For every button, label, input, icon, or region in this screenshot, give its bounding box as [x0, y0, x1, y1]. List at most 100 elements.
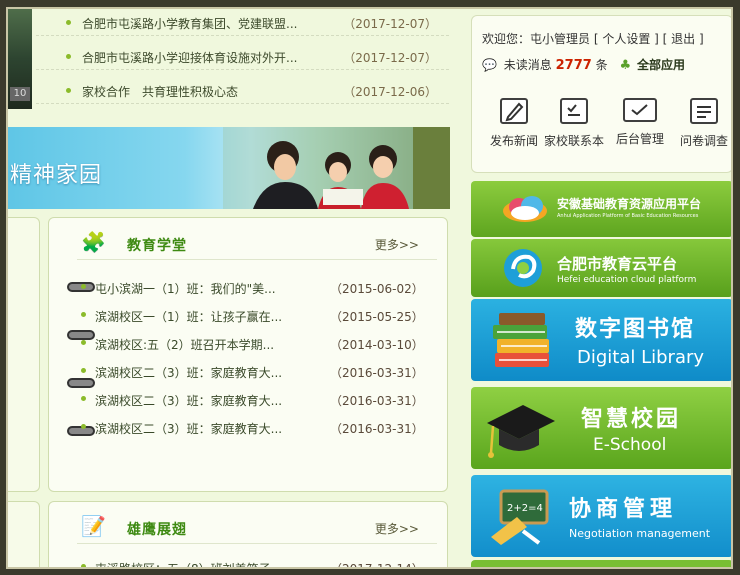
tile-e-school[interactable]: 智慧校园 E-School: [471, 387, 731, 469]
list-item[interactable]: 滨湖校区:五（2）班召开本学期... （2014-03-10）: [77, 330, 437, 358]
star-puzzle-icon: 🧩: [81, 230, 106, 254]
item-title[interactable]: 滨湖校区一（1）班：让孩子赢在...: [95, 308, 305, 325]
news-title[interactable]: 合肥市屯溪路小学迎接体育设施对外开...: [82, 49, 332, 66]
item-title[interactable]: 屯溪路校区：五（8）班刘美笑子...: [95, 560, 305, 567]
item-title[interactable]: 屯小滨湖一（1）班：我们的"美...: [95, 280, 305, 297]
tool-label: 问卷调查: [679, 134, 728, 148]
item-date: （2014-03-10）: [330, 338, 424, 352]
notebook-icon: 📝: [81, 514, 106, 538]
item-date: （2016-03-31）: [330, 366, 424, 380]
tile-title: 数字图书馆: [575, 317, 696, 342]
message-line: 💬 未读消息 2777 条 ♣ 全部应用: [482, 56, 685, 73]
list-item[interactable]: 滨湖校区二（3）班：家庭教育大... （2016-03-31）: [77, 358, 437, 386]
bullet-icon: [81, 312, 86, 317]
item-date: （2015-05-25）: [330, 310, 424, 324]
left-side-box: [8, 217, 40, 492]
list-item[interactable]: 合肥市屯溪路小学教育集团、党建联盟... （2017-12-07）: [36, 9, 449, 36]
unread-unit: 条: [595, 58, 608, 72]
page-frame: 10 合肥市屯溪路小学教育集团、党建联盟... （2017-12-07） 合肥市…: [6, 7, 733, 569]
spirit-home-banner: 精神家园: [8, 127, 450, 209]
list-item[interactable]: 滨湖校区二（3）班：家庭教育大... （2016-03-31）: [77, 386, 437, 414]
item-title[interactable]: 滨湖校区二（3）班：家庭教育大...: [95, 420, 305, 437]
tile-title: 安徽基础教育资源应用平台: [557, 197, 702, 211]
cloud-swirl-icon: [504, 249, 542, 287]
news-date: （2017-12-07）: [343, 51, 437, 65]
tile-subtitle: Digital Library: [577, 347, 705, 368]
slide-number[interactable]: 10: [10, 87, 30, 101]
tile-digital-library[interactable]: 数字图书馆 Digital Library: [471, 299, 731, 381]
tile-subtitle: E-School: [593, 435, 667, 455]
tool-admin[interactable]: 后台管理: [608, 94, 672, 154]
list-item[interactable]: 屯溪路校区：五（8）班刘美笑子... （2017-12-14）: [77, 554, 437, 569]
news-date: （2017-12-07）: [343, 17, 437, 31]
item-date: （2016-03-31）: [330, 394, 424, 408]
bullet-icon: [81, 284, 86, 289]
message-icon: 💬: [482, 58, 497, 72]
tile-subtitle: Anhui Application Platform of Basic Educ…: [557, 213, 699, 219]
bullet-icon: [81, 396, 86, 401]
section-title: 雄鹰展翅: [127, 522, 187, 538]
tile-title: 合肥市教育云平台: [557, 255, 678, 273]
settings-link[interactable]: [ 个人设置 ]: [594, 32, 659, 46]
bullet-icon: [66, 20, 71, 25]
chalkboard-icon: 2+2=4: [491, 489, 549, 545]
user-panel: 欢迎您：屯小管理员 [ 个人设置 ] [ 退出 ] 💬 未读消息 2777 条 …: [471, 15, 731, 173]
tile-partial[interactable]: [471, 560, 731, 567]
bullet-icon: [81, 564, 86, 567]
svg-text:2+2=4: 2+2=4: [507, 503, 543, 514]
banner-title: 精神家园: [10, 163, 103, 188]
tile-title: 协商管理: [569, 496, 678, 522]
list-item[interactable]: 滨湖校区二（3）班：家庭教育大... （2016-03-31）: [77, 414, 437, 442]
welcome-line: 欢迎您：屯小管理员 [ 个人设置 ] [ 退出 ]: [482, 30, 704, 47]
tool-publish-news[interactable]: 发布新闻: [482, 94, 546, 154]
bullet-icon: [81, 340, 86, 345]
unread-count[interactable]: 2777: [556, 58, 592, 73]
tile-hefei-cloud[interactable]: 合肥市教育云平台 Hefei education cloud platform: [471, 239, 731, 297]
bullet-icon: [66, 54, 71, 59]
survey-icon: [690, 98, 718, 124]
list-item[interactable]: 合肥市屯溪路小学迎接体育设施对外开... （2017-12-07）: [36, 43, 449, 70]
tile-anhui-platform[interactable]: 安徽基础教育资源应用平台 Anhui Application Platform …: [471, 181, 731, 237]
tile-negotiation[interactable]: 2+2=4 协商管理 Negotiation management: [471, 475, 731, 557]
tool-label: 发布新闻: [489, 134, 538, 148]
bullet-icon: [81, 424, 86, 429]
list-item[interactable]: 滨湖校区一（1）班：让孩子赢在... （2015-05-25）: [77, 302, 437, 330]
list-item[interactable]: 屯小滨湖一（1）班：我们的"美... （2015-06-02）: [77, 274, 437, 302]
list-item[interactable]: 家校合作 共育理性积极心态 （2017-12-06）: [36, 77, 449, 104]
clipboard-icon: [560, 98, 588, 124]
unread-label[interactable]: 未读消息: [504, 58, 552, 72]
item-title[interactable]: 滨湖校区二（3）班：家庭教育大...: [95, 392, 305, 409]
more-link[interactable]: 更多>>: [375, 520, 419, 537]
item-title[interactable]: 滨湖校区:五（2）班召开本学期...: [95, 336, 305, 353]
all-apps-link[interactable]: 全部应用: [637, 58, 685, 72]
news-title[interactable]: 家校合作 共育理性积极心态: [82, 83, 332, 100]
more-link[interactable]: 更多>>: [375, 236, 419, 253]
tool-label: 家校联系本: [543, 134, 604, 148]
tool-label: 后台管理: [615, 132, 664, 146]
section-title: 教育学堂: [127, 238, 187, 254]
logout-link[interactable]: [ 退出 ]: [663, 32, 704, 46]
tool-contact-book[interactable]: 家校联系本: [542, 94, 606, 154]
news-slideshow-photo[interactable]: 10: [8, 9, 32, 109]
item-date: （2015-06-02）: [330, 282, 424, 296]
bullet-icon: [66, 88, 71, 93]
banner-photo: [223, 127, 450, 209]
bullet-icon: [81, 368, 86, 373]
section-header: 🧩 教育学堂 更多>>: [77, 228, 437, 260]
education-section: 🧩 教育学堂 更多>> 屯小滨湖一（1）班：我们的"美... （2015-06-…: [48, 217, 448, 492]
tile-subtitle: Hefei education cloud platform: [557, 275, 697, 285]
tool-survey[interactable]: 问卷调查: [672, 94, 731, 154]
left-side-box: [8, 501, 40, 567]
news-title[interactable]: 合肥市屯溪路小学教育集团、党建联盟...: [82, 15, 332, 32]
item-title[interactable]: 滨湖校区二（3）班：家庭教育大...: [95, 364, 305, 381]
books-icon: [493, 313, 549, 367]
eagle-section: 📝 雄鹰展翅 更多>> 屯溪路校区：五（8）班刘美笑子... （2017-12-…: [48, 501, 448, 569]
tile-title: 智慧校园: [581, 407, 682, 432]
news-date: （2017-12-06）: [343, 85, 437, 99]
section-header: 📝 雄鹰展翅 更多>>: [77, 512, 437, 544]
item-date: （2016-03-31）: [330, 422, 424, 436]
tile-subtitle: Negotiation management: [569, 527, 711, 540]
item-date: （2017-12-14）: [330, 562, 424, 569]
monitor-icon: [623, 98, 657, 122]
edit-icon: [500, 98, 528, 124]
